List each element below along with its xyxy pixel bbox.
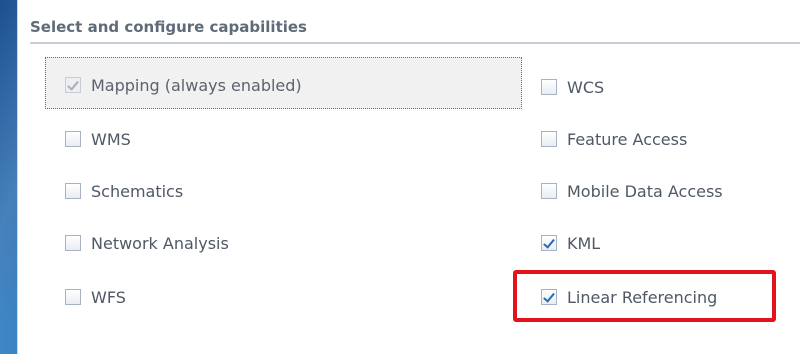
capability-label: Feature Access [567, 129, 688, 149]
mobile-data-access-checkbox[interactable] [541, 183, 557, 199]
capability-wms[interactable]: WMS [65, 129, 131, 149]
capability-mapping: Mapping (always enabled) [65, 75, 302, 95]
capabilities-panel: Select and configure capabilities Mappin… [17, 0, 810, 354]
capability-label: WMS [91, 129, 131, 149]
capability-label: WFS [91, 287, 126, 307]
capability-label: Mapping (always enabled) [91, 75, 302, 95]
mapping-checkbox [65, 77, 81, 93]
capability-network-analysis[interactable]: Network Analysis [65, 233, 229, 253]
capability-mobile-data-access[interactable]: Mobile Data Access [541, 181, 723, 201]
capability-wcs[interactable]: WCS [541, 77, 604, 97]
section-title: Select and configure capabilities [30, 18, 800, 44]
capability-label: Network Analysis [91, 233, 229, 253]
capability-kml[interactable]: KML [541, 233, 600, 253]
wcs-checkbox[interactable] [541, 79, 557, 95]
feature-access-checkbox[interactable] [541, 131, 557, 147]
capability-label: KML [567, 233, 601, 253]
kml-checkbox[interactable] [541, 235, 557, 251]
capability-schematics[interactable]: Schematics [65, 181, 183, 201]
wms-checkbox[interactable] [65, 131, 81, 147]
capability-wfs[interactable]: WFS [65, 287, 126, 307]
highlight-box [513, 270, 776, 322]
capability-label: Mobile Data Access [567, 181, 723, 201]
capability-label: Schematics [91, 181, 184, 201]
capability-label: WCS [567, 77, 605, 97]
schematics-checkbox[interactable] [65, 183, 81, 199]
wfs-checkbox[interactable] [65, 289, 81, 305]
capability-feature-access[interactable]: Feature Access [541, 129, 687, 149]
network-analysis-checkbox[interactable] [65, 235, 81, 251]
